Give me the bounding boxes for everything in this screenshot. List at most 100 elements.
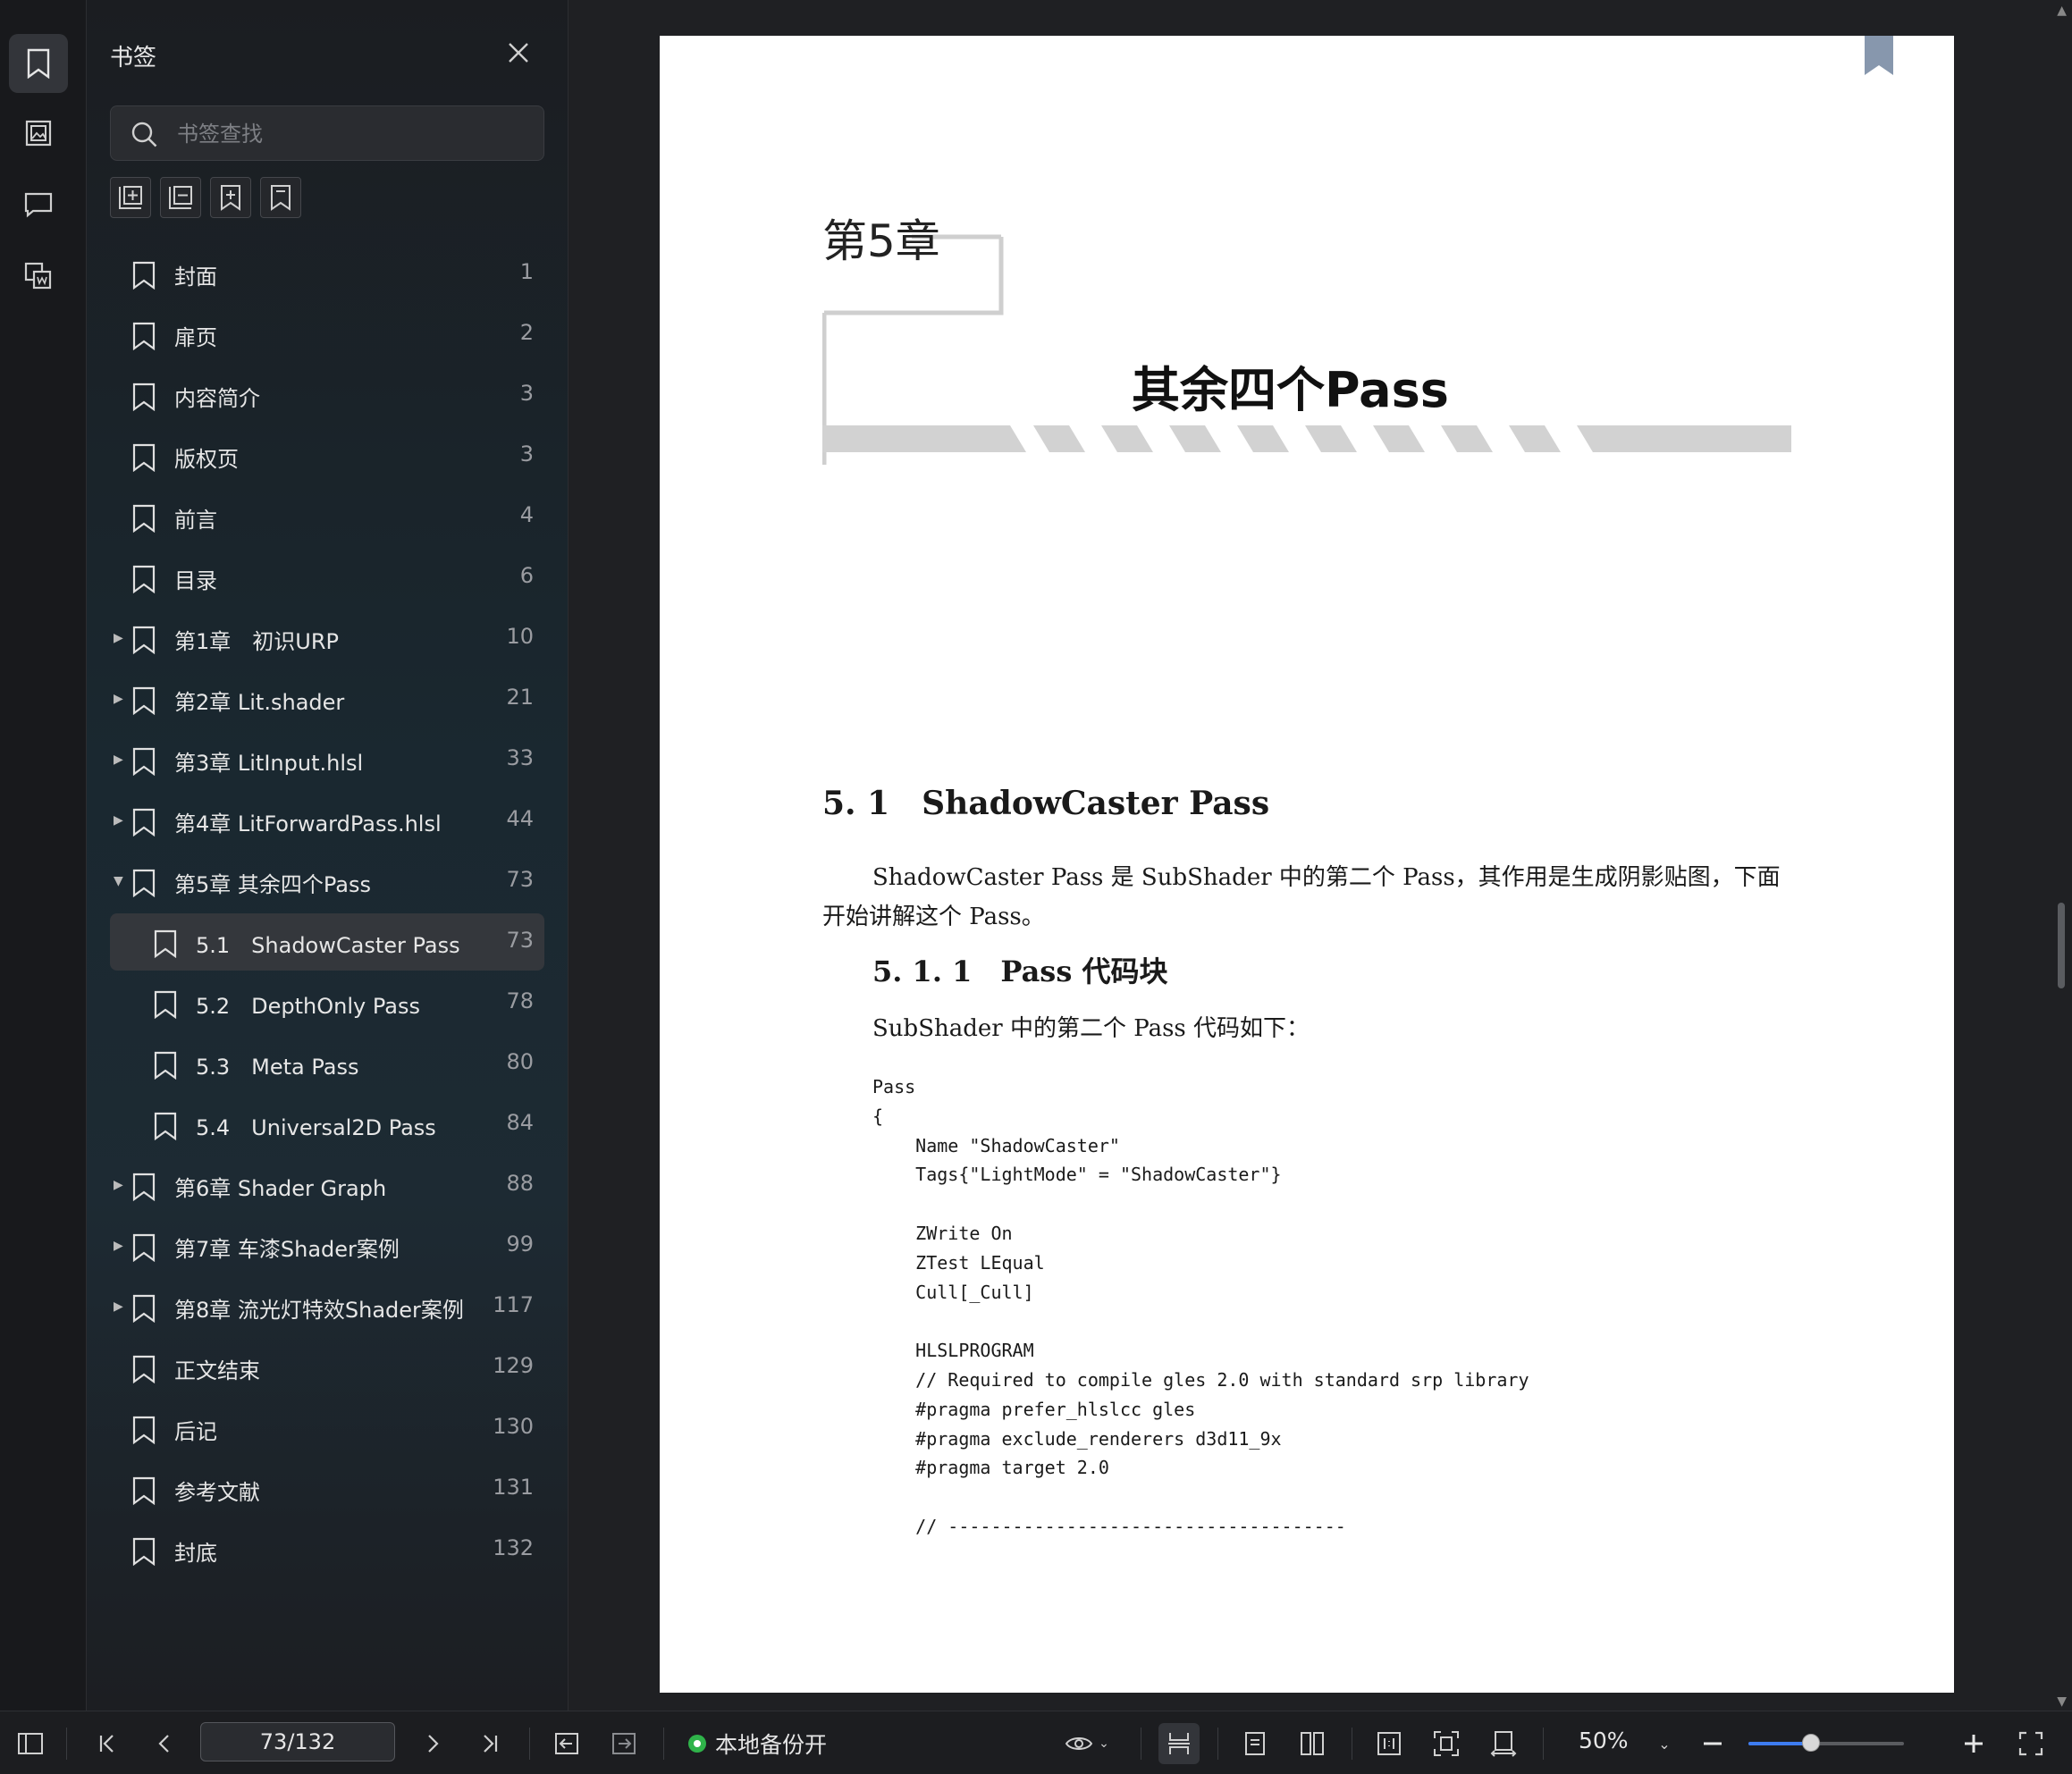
toggle-sidebar-button[interactable] — [13, 1726, 48, 1761]
bookmark-item[interactable]: ▶ 第3章 LitInput.hlsl 33 — [110, 731, 544, 788]
bookmark-item[interactable]: 内容简介 3 — [110, 366, 544, 424]
local-backup-status[interactable]: 本地备份开 — [688, 1726, 827, 1761]
bookmark-icon — [154, 929, 177, 958]
bookmark-item[interactable]: 5.2 DepthOnly Pass 78 — [110, 974, 544, 1031]
next-page-button[interactable] — [415, 1726, 451, 1761]
zoom-level[interactable]: 50% — [1579, 1728, 1629, 1753]
page-number-input[interactable]: 73/132 — [200, 1722, 395, 1761]
bookmark-label: 5.1 ShadowCaster Pass — [196, 933, 460, 958]
first-page-button[interactable] — [89, 1726, 125, 1761]
bookmark-item[interactable]: 前言 4 — [110, 488, 544, 545]
scroll-down-arrow-icon[interactable]: ▼ — [2057, 1694, 2067, 1709]
bookmark-label: 版权页 — [174, 447, 239, 472]
previous-page-button[interactable] — [147, 1726, 182, 1761]
continuous-scroll-button[interactable] — [1158, 1723, 1200, 1764]
document-viewer[interactable]: 第5章 其余四个Pass 5. 1 ShadowCaster Pass Shad… — [569, 0, 2072, 1711]
bookmark-item[interactable]: ▼ 第5章 其余四个Pass 73 — [110, 853, 544, 910]
backup-label: 本地备份开 — [715, 1732, 828, 1758]
bookmark-item[interactable]: 5.3 Meta Pass 80 — [110, 1035, 544, 1092]
fullscreen-button[interactable] — [2013, 1726, 2049, 1761]
chevron-left-icon — [158, 1735, 169, 1753]
bookmark-item[interactable]: 封底 132 — [110, 1521, 544, 1578]
collapsed-caret-icon[interactable]: ▶ — [114, 1237, 128, 1255]
scroll-up-arrow-icon[interactable]: ▲ — [2057, 4, 2067, 18]
zoom-in-button[interactable] — [1956, 1726, 1992, 1761]
bookmark-icon — [132, 747, 156, 776]
fit-width-icon — [1490, 1731, 1517, 1757]
thumbnail-panel-button[interactable] — [9, 104, 68, 163]
fit-page-icon — [1434, 1731, 1459, 1756]
vertical-scrollbar[interactable] — [2058, 903, 2065, 988]
bookmark-settings-button[interactable] — [260, 177, 301, 218]
bookmark-item[interactable]: 封面 1 — [110, 245, 544, 302]
bookmark-item[interactable]: 正文结束 129 — [110, 1339, 544, 1396]
backup-status-dot-icon — [688, 1735, 706, 1753]
divider — [1543, 1728, 1544, 1760]
close-sidebar-button[interactable] — [505, 39, 532, 66]
collapsed-caret-icon[interactable]: ▶ — [114, 751, 128, 769]
bookmark-panel-button[interactable] — [9, 34, 68, 93]
collapse-all-icon — [169, 186, 192, 209]
code-block: Pass { Name "ShadowCaster" Tags{"LightMo… — [872, 1076, 1529, 1537]
bookmark-item[interactable]: 5.4 Universal2D Pass 84 — [110, 1096, 544, 1153]
bookmark-item[interactable]: ▶ 第2章 Lit.shader 21 — [110, 670, 544, 727]
bookmark-icon — [154, 1112, 177, 1140]
bookmark-label: 目录 — [174, 568, 217, 593]
attachment-panel-button[interactable] — [9, 247, 68, 306]
chapter-stripe-decoration — [822, 425, 1791, 452]
expand-all-button[interactable] — [110, 177, 151, 218]
bookmark-page-number: 2 — [519, 320, 534, 345]
bookmark-page-number: 132 — [493, 1535, 534, 1560]
fit-width-button[interactable] — [1486, 1726, 1521, 1761]
fit-actual-size-button[interactable] — [1371, 1726, 1407, 1761]
bookmark-item[interactable]: ▶ 第7章 车漆Shader案例 99 — [110, 1217, 544, 1274]
collapsed-caret-icon[interactable]: ▶ — [114, 1298, 128, 1316]
fit-page-button[interactable] — [1428, 1726, 1464, 1761]
bookmark-item[interactable]: 版权页 3 — [110, 427, 544, 484]
navigate-back-button[interactable] — [549, 1726, 585, 1761]
bookmark-label: 扉页 — [174, 325, 217, 350]
bookmark-page-number: 6 — [519, 563, 534, 588]
bookmark-item[interactable]: ▶ 第6章 Shader Graph 88 — [110, 1156, 544, 1214]
zoom-slider[interactable] — [1748, 1734, 1904, 1752]
first-page-icon — [99, 1735, 114, 1753]
bookmark-item[interactable]: ▶ 第1章 初识URP 10 — [110, 610, 544, 667]
bookmark-item[interactable]: 目录 6 — [110, 549, 544, 606]
read-mode-dropdown[interactable]: ⌄ — [1060, 1726, 1114, 1761]
collapsed-caret-icon[interactable]: ▶ — [114, 690, 128, 708]
bookmark-search-input[interactable] — [175, 117, 527, 151]
single-page-button[interactable] — [1237, 1726, 1273, 1761]
zoom-out-button[interactable] — [1695, 1726, 1731, 1761]
page-bookmark-ribbon-icon[interactable] — [1863, 36, 1895, 75]
collapsed-caret-icon[interactable]: ▶ — [114, 811, 128, 829]
bookmark-item[interactable]: ▶ 第4章 LitForwardPass.hlsl 44 — [110, 792, 544, 849]
bookmark-label: 第3章 LitInput.hlsl — [174, 751, 364, 776]
zoom-slider-handle[interactable] — [1801, 1734, 1820, 1752]
bookmark-item[interactable]: ▶ 第8章 流光灯特效Shader案例 117 — [110, 1278, 544, 1335]
chapter-number: 第5章 — [822, 215, 940, 267]
double-page-icon — [1301, 1732, 1324, 1755]
collapse-all-button[interactable] — [160, 177, 201, 218]
subsection-paragraph: SubShader 中的第二个 Pass 代码如下： — [872, 1015, 1310, 1042]
collapsed-caret-icon[interactable]: ▶ — [114, 629, 128, 647]
bookmark-item[interactable]: 后记 130 — [110, 1400, 544, 1457]
minus-icon — [1704, 1742, 1722, 1745]
add-bookmark-button[interactable] — [210, 177, 251, 218]
comment-panel-button[interactable] — [9, 175, 68, 234]
bookmark-page-number: 84 — [506, 1110, 534, 1135]
double-page-button[interactable] — [1294, 1726, 1330, 1761]
last-page-button[interactable] — [472, 1726, 508, 1761]
bookmark-label: 5.3 Meta Pass — [196, 1055, 359, 1080]
bookmark-page-number: 88 — [506, 1171, 534, 1196]
bookmark-item[interactable]: 参考文献 131 — [110, 1460, 544, 1518]
bookmark-icon — [132, 1476, 156, 1505]
bookmark-search-box[interactable] — [110, 105, 544, 161]
zoom-dropdown-button[interactable]: ⌄ — [1647, 1726, 1682, 1761]
bookmark-item[interactable]: 5.1 ShadowCaster Pass 73 — [110, 913, 544, 971]
bookmark-outline-icon — [271, 185, 291, 211]
bookmark-item[interactable]: 扉页 2 — [110, 306, 544, 363]
expanded-caret-icon[interactable]: ▼ — [114, 872, 128, 890]
bookmark-icon — [132, 1416, 156, 1444]
collapsed-caret-icon[interactable]: ▶ — [114, 1176, 128, 1194]
navigate-forward-button[interactable] — [606, 1726, 642, 1761]
